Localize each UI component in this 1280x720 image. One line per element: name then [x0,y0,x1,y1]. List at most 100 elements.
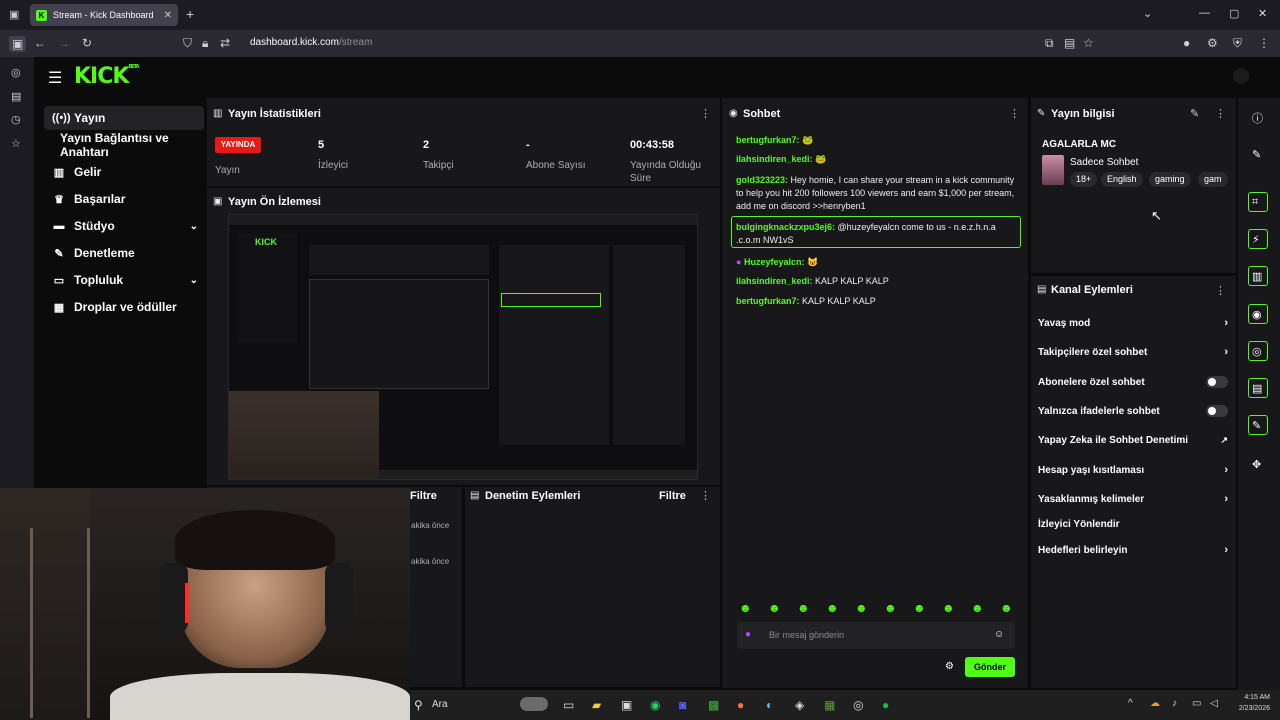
clock-time[interactable]: 4:15 AM [1232,694,1270,701]
sidebar-item-denetleme[interactable]: ✎ Denetleme [44,241,204,265]
taskbar-search[interactable]: Ara [432,699,448,710]
task-view-icon[interactable]: ▭ [563,698,574,712]
emote-icon[interactable]: ☻ [768,601,781,615]
steam-icon[interactable]: ◐ [766,698,773,712]
more-options-icon[interactable]: ⋮ [1009,107,1020,120]
widget-icon[interactable] [520,697,548,711]
action-raid[interactable]: İzleyici Yönlendir [1038,519,1228,530]
avatar[interactable] [1233,68,1249,84]
store-icon[interactable]: ▣ [621,698,632,712]
kick-logo[interactable]: KICKBETA [74,64,140,89]
reader-view-icon[interactable]: ▤ [1064,36,1075,50]
discord-icon[interactable]: ◙ [679,698,686,712]
minecraft-launcher-icon[interactable]: ▦ [824,698,835,712]
info-icon[interactable]: ⓘ [1252,110,1263,126]
emote-icon[interactable]: ☻ [855,601,868,615]
permissions-icon[interactable]: ⇄ [220,36,230,50]
filter-label[interactable]: Filtre [410,490,437,502]
edit-icon[interactable]: ✎ [1190,107,1199,120]
action-account-age[interactable]: Hesap yaşı kısıtlaması › [1038,464,1228,476]
emote-icon[interactable]: ☻ [739,601,752,615]
toggle-switch[interactable] [1206,405,1228,417]
bookmarks-star-icon[interactable]: ☆ [11,137,21,150]
new-tab-icon[interactable]: + [186,6,194,22]
obs-icon[interactable]: ◎ [853,698,863,712]
search-icon[interactable]: ⚲ [414,698,423,712]
clock-icon[interactable]: ◷ [11,113,21,126]
browser-tab[interactable]: K Stream - Kick Dashboard ✕ [30,4,178,26]
forward-icon[interactable]: → [58,36,70,50]
chat-username[interactable]: gold323223: [736,175,788,185]
account-icon[interactable]: ● [1183,36,1190,50]
action-banned-words[interactable]: Yasaklanmış kelimeler › [1038,493,1228,505]
tag[interactable]: English [1101,172,1143,187]
app-icon[interactable]: ◈ [795,698,804,712]
whatsapp-icon[interactable]: ◉ [650,698,660,712]
emote-icon[interactable]: ☻ [1000,601,1013,615]
gear-icon[interactable]: ⚙ [945,661,954,672]
action-followers-only[interactable]: Takipçilere özel sohbet › [1038,346,1228,358]
firefox-icon[interactable]: ● [737,698,744,712]
mic-icon[interactable]: ● [745,629,751,640]
maximize-icon[interactable]: ▢ [1229,7,1239,20]
clock-date[interactable]: 2/23/2026 [1218,705,1270,712]
layout-icon[interactable]: ✥ [1252,458,1261,471]
emote-icon[interactable]: ☻ [913,601,926,615]
hamburger-menu-icon[interactable]: ☰ [48,68,62,88]
close-window-icon[interactable]: ✕ [1258,7,1267,20]
ai-chatbot-icon[interactable]: ◎ [11,66,21,79]
volume-icon[interactable]: ◁ [1210,698,1218,709]
minimize-icon[interactable]: — [1199,7,1210,19]
picture-in-picture-icon[interactable]: ⧉ [1045,36,1054,51]
action-goals[interactable]: Hedefleri belirleyin › [1038,544,1228,556]
category-name[interactable]: Sadece Sohbet [1070,157,1138,168]
more-options-icon[interactable]: ⋮ [700,107,711,120]
bookmark-star-icon[interactable]: ☆ [1083,36,1094,50]
chat-input[interactable]: ● Bir mesaj gönderin ☺ [737,622,1015,649]
sidebar-item-topluluk[interactable]: ▭ Topluluk ⌄ [44,268,204,292]
edit-icon[interactable]: ✎ [1252,148,1261,161]
filter-button[interactable]: Filtre [659,490,686,502]
sidebar-item-studyo[interactable]: ▬ Stüdyo ⌄ [44,214,204,238]
chat-username[interactable]: ilahsindiren_kedi: [736,154,813,164]
chat-username[interactable]: Huzeyfeyalcn: [744,257,805,267]
extensions-icon[interactable]: ⚙ [1207,36,1218,50]
extension-shield-icon[interactable]: ⛨ [1233,36,1242,51]
emote-icon[interactable]: ☻ [797,601,810,615]
chat-username[interactable]: ilahsindiren_kedi: [736,276,813,286]
sidebar-item-basarilar[interactable]: ♛ Başarılar [44,187,204,211]
microphone-icon[interactable]: ♪ [1172,698,1177,709]
toggle-switch[interactable] [1206,376,1228,388]
shield-icon[interactable]: ⛉ [183,36,192,51]
sidebar-toggle-icon[interactable]: ▣ [9,36,27,52]
chat-username[interactable]: bulgingknackzxpu3ej6: [736,222,835,232]
chat-username[interactable]: bertugfurkan7: [736,296,800,306]
url-bar[interactable]: dashboard.kick.com/stream [250,37,372,48]
close-tab-icon[interactable]: ✕ [164,10,172,21]
action-slow-mode[interactable]: Yavaş mod › [1038,317,1228,329]
file-explorer-icon[interactable]: ▰ [592,698,601,712]
tag[interactable]: gam [1198,172,1228,187]
more-options-icon[interactable]: ⋮ [1215,284,1226,297]
more-options-icon[interactable]: ⋮ [1215,107,1226,120]
tag[interactable]: 18+ [1070,172,1098,187]
action-ai-moderation[interactable]: Yapay Zeka ile Sohbet Denetimi ↗ [1038,435,1228,446]
tag[interactable]: gaming [1149,172,1191,187]
network-icon[interactable]: ▭ [1192,698,1201,709]
minecraft-icon[interactable]: ▩ [708,698,719,712]
sidebar-item-droplar[interactable]: ▦ Droplar ve ödüller [44,295,204,319]
chat-username[interactable]: bertugfurkan7: [736,135,800,145]
reload-icon[interactable]: ↻ [82,36,92,50]
emoji-icon[interactable]: ☺ [994,629,1004,640]
chevron-up-icon[interactable]: ^ [1128,698,1133,709]
sidebar-item-gelir[interactable]: ▥ Gelir [44,160,204,184]
emote-icon[interactable]: ☻ [884,601,897,615]
tab-list-icon[interactable]: ▣ [9,8,19,21]
history-icon[interactable]: ▤ [11,90,21,103]
chevron-down-icon[interactable]: ⌄ [1143,7,1152,20]
send-button[interactable]: Gönder [965,657,1015,677]
back-icon[interactable]: ← [34,36,46,50]
more-options-icon[interactable]: ⋮ [700,489,711,502]
emote-icon[interactable]: ☻ [826,601,839,615]
menu-icon[interactable]: ⋮ [1258,36,1270,50]
